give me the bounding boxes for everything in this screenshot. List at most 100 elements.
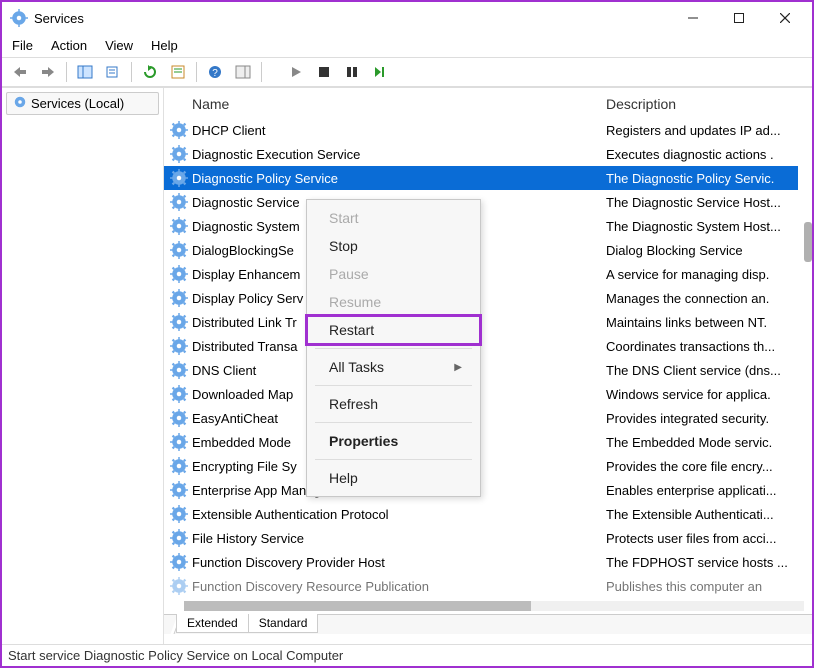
service-name: Function Discovery Provider Host	[192, 555, 606, 570]
service-row[interactable]: Diagnostic Policy ServiceThe Diagnostic …	[164, 166, 812, 190]
gear-icon	[170, 481, 188, 499]
ctx-stop[interactable]: Stop	[307, 232, 480, 260]
titlebar: Services	[2, 2, 812, 34]
gear-icon	[170, 145, 188, 163]
tree-node-services-local[interactable]: Services (Local)	[6, 92, 159, 115]
gear-icon	[170, 241, 188, 259]
vertical-scrollbar[interactable]	[798, 132, 812, 492]
service-row[interactable]: Extensible Authentication ProtocolThe Ex…	[164, 502, 812, 526]
gear-icon	[170, 217, 188, 235]
ctx-all-tasks[interactable]: All Tasks ▶	[307, 353, 480, 381]
service-name: Extensible Authentication Protocol	[192, 507, 606, 522]
service-row[interactable]: DNS ClientThe DNS Client service (dns...	[164, 358, 812, 382]
gear-icon	[170, 385, 188, 403]
gear-icon	[170, 457, 188, 475]
tab-extended[interactable]: Extended	[176, 614, 249, 633]
stop-service-button[interactable]	[312, 60, 336, 84]
window-title: Services	[34, 11, 670, 26]
refresh-toolbar-button[interactable]	[138, 60, 162, 84]
service-description: Enables enterprise applicati...	[606, 483, 812, 498]
gear-icon	[170, 193, 188, 211]
service-row[interactable]: Diagnostic ServiceThe Diagnostic Service…	[164, 190, 812, 214]
console-tree-button[interactable]	[73, 60, 97, 84]
maximize-button[interactable]	[716, 3, 762, 33]
service-row[interactable]: Distributed Link TrMaintains links betwe…	[164, 310, 812, 334]
column-header-description[interactable]: Description	[606, 96, 802, 112]
service-description: The DNS Client service (dns...	[606, 363, 812, 378]
close-button[interactable]	[762, 3, 808, 33]
context-menu: Start Stop Pause Resume Restart All Task…	[306, 199, 481, 497]
service-name: Diagnostic Execution Service	[192, 147, 606, 162]
ctx-resume[interactable]: Resume	[307, 288, 480, 316]
tab-standard[interactable]: Standard	[248, 614, 319, 633]
service-row[interactable]: Downloaded MapWindows service for applic…	[164, 382, 812, 406]
service-row[interactable]: EasyAntiCheatProvides integrated securit…	[164, 406, 812, 430]
export-button[interactable]	[101, 60, 125, 84]
list-header: Name Description	[164, 88, 812, 118]
gear-icon	[170, 337, 188, 355]
service-description: The Extensible Authenticati...	[606, 507, 812, 522]
gear-icon	[170, 265, 188, 283]
service-name: DHCP Client	[192, 123, 606, 138]
service-row[interactable]: Embedded ModeThe Embedded Mode servic.	[164, 430, 812, 454]
service-description: Manages the connection an.	[606, 291, 812, 306]
service-description: Dialog Blocking Service	[606, 243, 812, 258]
gear-icon	[170, 313, 188, 331]
ctx-pause[interactable]: Pause	[307, 260, 480, 288]
svg-text:?: ?	[212, 68, 218, 79]
statusbar-text: Start service Diagnostic Policy Service …	[8, 648, 343, 663]
restart-service-button[interactable]	[368, 60, 392, 84]
service-row[interactable]: Encrypting File SyProvides the core file…	[164, 454, 812, 478]
service-row[interactable]: Distributed TransaCoordinates transactio…	[164, 334, 812, 358]
service-row[interactable]: DHCP ClientRegisters and updates IP ad..…	[164, 118, 812, 142]
service-description: The FDPHOST service hosts ...	[606, 555, 812, 570]
gear-icon	[170, 505, 188, 523]
menu-action[interactable]: Action	[51, 38, 87, 53]
service-description: Provides the core file encry...	[606, 459, 812, 474]
statusbar: Start service Diagnostic Policy Service …	[2, 644, 812, 666]
service-description: The Diagnostic Policy Servic.	[606, 171, 812, 186]
service-row[interactable]: Diagnostic SystemThe Diagnostic System H…	[164, 214, 812, 238]
service-name: Diagnostic Policy Service	[192, 171, 606, 186]
service-description: A service for managing disp.	[606, 267, 812, 282]
ctx-restart[interactable]: Restart	[307, 316, 480, 344]
horizontal-scrollbar[interactable]	[184, 598, 804, 614]
minimize-button[interactable]	[670, 3, 716, 33]
pause-service-button[interactable]	[340, 60, 364, 84]
service-description: The Diagnostic System Host...	[606, 219, 812, 234]
service-list[interactable]: DHCP ClientRegisters and updates IP ad..…	[164, 118, 812, 598]
service-description: Publishes this computer an	[606, 579, 812, 594]
action-pane-button[interactable]	[231, 60, 255, 84]
tabs-bar: Extended Standard	[164, 614, 812, 634]
column-header-name[interactable]: Name	[192, 96, 606, 112]
chevron-right-icon: ▶	[454, 362, 462, 373]
service-description: Provides integrated security.	[606, 411, 812, 426]
service-description: Coordinates transactions th...	[606, 339, 812, 354]
forward-button[interactable]	[36, 60, 60, 84]
menu-help[interactable]: Help	[151, 38, 178, 53]
service-description: Maintains links between NT.	[606, 315, 812, 330]
service-row[interactable]: Function Discovery Resource PublicationP…	[164, 574, 812, 598]
ctx-start[interactable]: Start	[307, 204, 480, 232]
ctx-refresh[interactable]: Refresh	[307, 390, 480, 418]
service-name: Function Discovery Resource Publication	[192, 579, 606, 594]
help-toolbar-button[interactable]: ?	[203, 60, 227, 84]
service-row[interactable]: Diagnostic Execution ServiceExecutes dia…	[164, 142, 812, 166]
start-service-button[interactable]	[284, 60, 308, 84]
menu-view[interactable]: View	[105, 38, 133, 53]
ctx-properties[interactable]: Properties	[307, 427, 480, 455]
back-button[interactable]	[8, 60, 32, 84]
ctx-help[interactable]: Help	[307, 464, 480, 492]
service-description: Executes diagnostic actions .	[606, 147, 812, 162]
service-row[interactable]: Display Policy ServManages the connectio…	[164, 286, 812, 310]
service-row[interactable]: File History ServiceProtects user files …	[164, 526, 812, 550]
gear-icon	[170, 361, 188, 379]
service-row[interactable]: Display EnhancemA service for managing d…	[164, 262, 812, 286]
service-row[interactable]: Function Discovery Provider HostThe FDPH…	[164, 550, 812, 574]
app-icon	[10, 9, 28, 27]
service-row[interactable]: Enterprise App Management ServiceEnables…	[164, 478, 812, 502]
service-row[interactable]: DialogBlockingSeDialog Blocking Service	[164, 238, 812, 262]
properties-toolbar-button[interactable]	[166, 60, 190, 84]
content-area: Name Description DHCP ClientRegisters an…	[164, 88, 812, 647]
menu-file[interactable]: File	[12, 38, 33, 53]
